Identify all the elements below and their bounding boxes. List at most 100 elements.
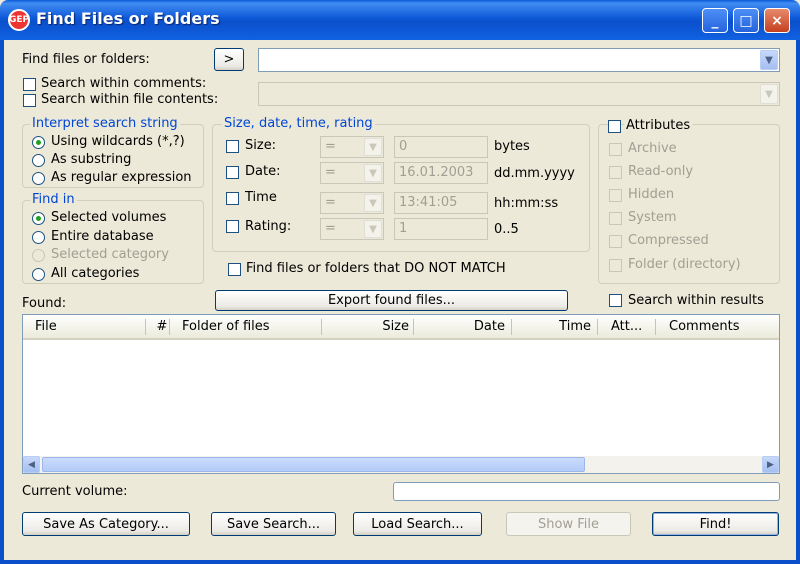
col-comments[interactable]: Comments [669, 315, 739, 338]
time-checkbox[interactable] [226, 192, 239, 205]
find-button[interactable]: Find! [652, 512, 779, 536]
time-unit: hh:mm:ss [494, 196, 559, 211]
hidden-checkbox [609, 189, 622, 202]
readonly-checkbox [609, 166, 622, 179]
size-label: Size: [245, 138, 277, 153]
minimize-icon: _ [711, 12, 719, 29]
time-label: Time [245, 190, 277, 205]
chevron-down-icon: ▼ [760, 84, 778, 104]
sdtr-legend: Size, date, time, rating [222, 116, 375, 131]
search-input[interactable]: ▼ [258, 48, 780, 72]
col-size[interactable]: Size [323, 315, 409, 338]
within-comments-label: Search within comments: [41, 76, 207, 91]
not-match-label: Find files or folders that DO NOT MATCH [246, 261, 506, 276]
show-file-button: Show File [506, 512, 631, 536]
rating-unit: 0..5 [494, 222, 519, 237]
radio-wildcards-label: Using wildcards (*,?) [51, 134, 185, 149]
date-label: Date: [245, 164, 281, 179]
col-attr[interactable]: Att... [611, 315, 642, 338]
rating-checkbox[interactable] [226, 220, 239, 233]
save-search-button[interactable]: Save Search... [211, 512, 336, 536]
radio-entire-database-label: Entire database [51, 229, 154, 244]
current-volume-field [393, 482, 780, 501]
chevron-down-icon[interactable]: ▼ [760, 50, 778, 70]
col-date[interactable]: Date [415, 315, 505, 338]
export-button[interactable]: Export found files... [215, 290, 568, 311]
find-in-legend: Find in [30, 192, 77, 207]
radio-selected-volumes-label: Selected volumes [51, 210, 167, 225]
radio-wildcards[interactable] [32, 136, 45, 149]
attributes-legend: Attributes [624, 118, 693, 133]
scroll-left-icon[interactable]: ◀ [23, 456, 40, 473]
compressed-checkbox [609, 235, 622, 248]
date-checkbox[interactable] [226, 166, 239, 179]
col-file[interactable]: File [35, 315, 57, 338]
within-comments-checkbox[interactable] [23, 78, 36, 91]
date-op-select: = ▼ [320, 162, 384, 184]
readonly-label: Read-only [628, 164, 694, 179]
radio-entire-database[interactable] [32, 231, 45, 244]
col-folder[interactable]: Folder of files [182, 315, 270, 338]
chevron-down-icon: ▼ [364, 194, 382, 212]
chevron-down-icon: ▼ [364, 220, 382, 238]
size-checkbox[interactable] [226, 140, 239, 153]
folder-label: Folder (directory) [628, 257, 741, 272]
archive-checkbox [609, 143, 622, 156]
size-op-select: = ▼ [320, 136, 384, 158]
date-unit: dd.mm.yyyy [494, 166, 575, 181]
time-op-select: = ▼ [320, 192, 384, 214]
rating-value-input: 1 [394, 218, 488, 240]
close-button[interactable]: × [764, 8, 790, 33]
hidden-label: Hidden [628, 187, 675, 202]
search-within-label: Search within results [628, 293, 764, 308]
date-value-input: 16.01.2003 [394, 162, 488, 184]
attributes-checkbox[interactable] [608, 120, 621, 133]
col-num[interactable]: # [145, 315, 179, 338]
list-header: File # Folder of files Size Date Time At… [23, 315, 779, 340]
size-value-input: 0 [394, 136, 488, 158]
scroll-thumb[interactable] [42, 457, 585, 472]
within-contents-checkbox[interactable] [23, 94, 36, 107]
radio-selected-category [32, 249, 45, 262]
found-label: Found: [22, 296, 67, 311]
arrow-button[interactable]: > [214, 48, 244, 71]
current-volume-label: Current volume: [22, 484, 128, 499]
rating-label: Rating: [245, 219, 292, 234]
time-value-input: 13:41:05 [394, 192, 488, 214]
scroll-right-icon[interactable]: ▶ [762, 456, 779, 473]
not-match-checkbox[interactable] [228, 263, 241, 276]
maximize-icon: □ [739, 12, 753, 29]
radio-regex-label: As regular expression [51, 170, 192, 185]
system-checkbox [609, 212, 622, 225]
col-time[interactable]: Time [513, 315, 591, 338]
close-icon: × [771, 12, 783, 29]
horizontal-scrollbar[interactable]: ◀ ▶ [23, 456, 779, 473]
results-list[interactable]: File # Folder of files Size Date Time At… [22, 314, 780, 474]
save-category-button[interactable]: Save As Category... [22, 512, 190, 536]
maximize-button[interactable]: □ [733, 8, 759, 33]
title-bar[interactable]: GEP Find Files or Folders _ □ × [0, 0, 800, 40]
app-icon: GEP [8, 9, 30, 31]
radio-all-categories[interactable] [32, 268, 45, 281]
contents-input[interactable]: ▼ [258, 82, 780, 106]
search-within-checkbox[interactable] [609, 294, 622, 307]
search-label: Find files or folders: [22, 52, 150, 67]
radio-all-categories-label: All categories [51, 266, 140, 281]
size-unit: bytes [494, 139, 530, 154]
archive-label: Archive [628, 141, 677, 156]
radio-regex[interactable] [32, 172, 45, 185]
compressed-label: Compressed [628, 233, 709, 248]
radio-selected-category-label: Selected category [51, 247, 169, 262]
radio-substring-label: As substring [51, 152, 132, 167]
folder-checkbox [609, 259, 622, 272]
minimize-button[interactable]: _ [702, 8, 728, 33]
radio-substring[interactable] [32, 154, 45, 167]
system-label: System [628, 210, 677, 225]
rating-op-select: = ▼ [320, 218, 384, 240]
load-search-button[interactable]: Load Search... [353, 512, 482, 536]
window-title: Find Files or Folders [36, 9, 220, 28]
chevron-down-icon: ▼ [364, 138, 382, 156]
radio-selected-volumes[interactable] [32, 212, 45, 225]
interpret-legend: Interpret search string [30, 116, 180, 131]
chevron-down-icon: ▼ [364, 164, 382, 182]
